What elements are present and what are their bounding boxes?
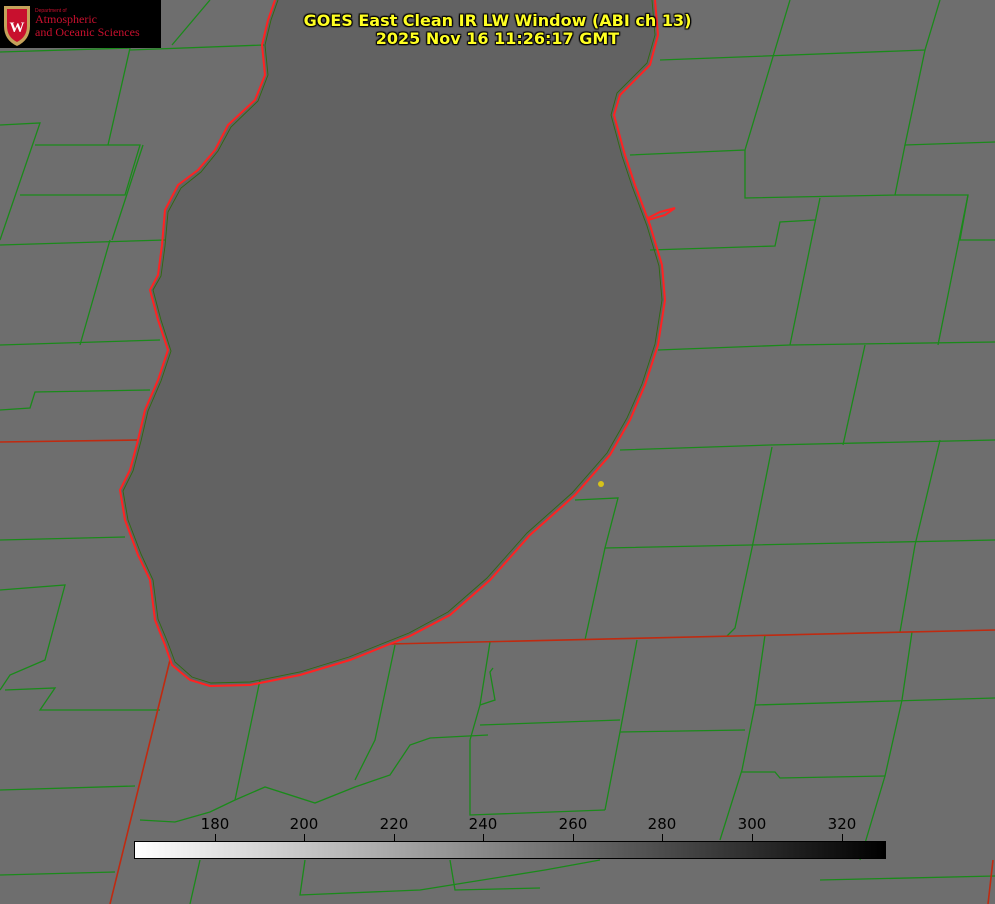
colorbar-tick-label: 300 xyxy=(737,815,767,833)
location-marker xyxy=(598,481,604,487)
colorbar-tick-mark xyxy=(304,834,305,841)
colorbar-tick-mark xyxy=(215,834,216,841)
colorbar-gradient xyxy=(134,841,886,859)
colorbar-tick-label: 200 xyxy=(289,815,319,833)
colorbar-tick-label: 180 xyxy=(200,815,230,833)
colorbar-tick-mark xyxy=(752,834,753,841)
image-timestamp: 2025 Nov 16 11:26:17 GMT xyxy=(375,29,620,48)
colorbar-tick-mark xyxy=(483,834,484,841)
colorbar-tick-label: 260 xyxy=(558,815,588,833)
colorbar-tick-label: 280 xyxy=(647,815,677,833)
colorbar-tick-label: 320 xyxy=(827,815,857,833)
colorbar-tick-mark xyxy=(573,834,574,841)
colorbar-tick-mark xyxy=(842,834,843,841)
satellite-map[interactable] xyxy=(0,0,995,904)
image-title: GOES East Clean IR LW Window (ABI ch 13) xyxy=(303,11,692,30)
colorbar-tick-label: 220 xyxy=(379,815,409,833)
colorbar-tick-mark xyxy=(394,834,395,841)
colorbar-tick-mark xyxy=(662,834,663,841)
colorbar-tick-label: 240 xyxy=(468,815,498,833)
